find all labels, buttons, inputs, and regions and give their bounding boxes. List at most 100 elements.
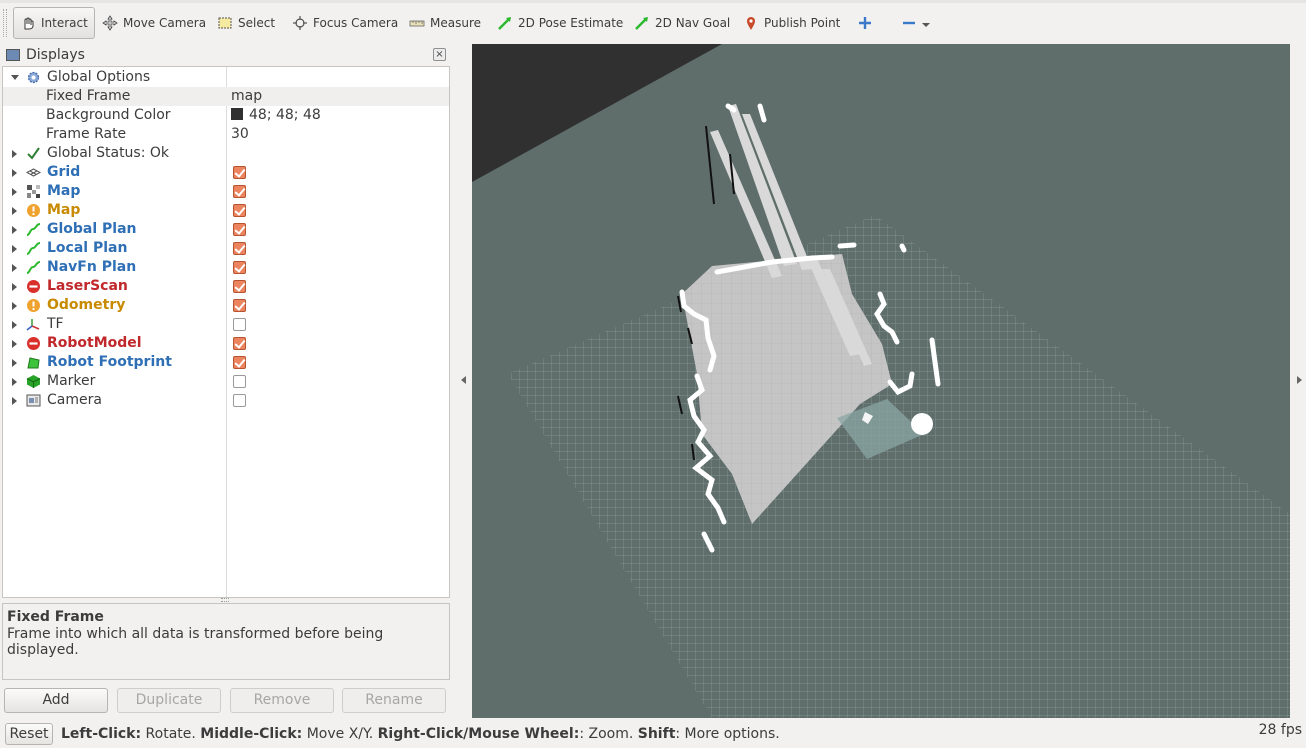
tree-row-odometry[interactable]: Odometry xyxy=(3,296,449,315)
move-camera-tool-button[interactable]: Move Camera xyxy=(96,8,212,38)
rename-button[interactable]: Rename xyxy=(342,688,446,713)
tree-row-tf[interactable]: TF xyxy=(3,315,449,334)
interact-tool-button[interactable]: Interact xyxy=(13,7,95,39)
green-arrow-icon xyxy=(497,15,513,31)
display-enabled-checkbox[interactable] xyxy=(233,166,246,179)
expand-right-icon[interactable] xyxy=(12,321,17,329)
tree-row-local-plan[interactable]: Local Plan xyxy=(3,239,449,258)
pose-estimate-tool-button[interactable]: 2D Pose Estimate xyxy=(491,8,629,38)
pose-estimate-tool-label: 2D Pose Estimate xyxy=(518,16,624,30)
expand-right-icon[interactable] xyxy=(12,207,17,215)
color-swatch xyxy=(231,108,243,120)
nav-goal-tool-label: 2D Nav Goal xyxy=(655,16,731,30)
measure-tool-button[interactable]: Measure xyxy=(403,8,487,38)
minus-icon xyxy=(901,15,917,31)
display-enabled-checkbox[interactable] xyxy=(233,261,246,274)
expand-right-icon[interactable] xyxy=(12,226,17,234)
display-label: LaserScan xyxy=(47,278,128,294)
toolbar-grip-handle[interactable] xyxy=(3,9,7,37)
focus-target-icon xyxy=(292,15,308,31)
expand-right-icon[interactable] xyxy=(12,150,17,158)
status-bar: Reset Left-Click: Rotate. Middle-Click: … xyxy=(0,720,1306,748)
expand-right-icon[interactable] xyxy=(12,359,17,367)
display-label: RobotModel xyxy=(47,335,142,351)
tree-row-fixed-frame[interactable]: Fixed Frame map xyxy=(3,87,449,106)
tree-row-background-color[interactable]: Background Color 48; 48; 48 xyxy=(3,106,449,125)
fixed-frame-value[interactable]: map xyxy=(231,87,262,106)
collapse-left-arrow-icon[interactable] xyxy=(461,376,466,384)
mouse-hint-text: Left-Click: Rotate. Middle-Click: Move X… xyxy=(61,725,780,743)
expand-down-icon[interactable] xyxy=(11,75,19,80)
expand-right-icon[interactable] xyxy=(12,302,17,310)
render-viewport[interactable] xyxy=(472,44,1290,718)
close-icon[interactable]: × xyxy=(433,48,446,61)
move-camera-tool-label: Move Camera xyxy=(123,16,207,30)
path-icon xyxy=(26,241,41,256)
tree-row-robotmodel[interactable]: RobotModel xyxy=(3,334,449,353)
nav-goal-tool-button[interactable]: 2D Nav Goal xyxy=(628,8,736,38)
display-enabled-checkbox[interactable] xyxy=(233,242,246,255)
expand-right-icon[interactable] xyxy=(12,169,17,177)
display-label: Grid xyxy=(47,164,81,180)
display-label: Marker xyxy=(47,373,96,389)
add-tool-button[interactable] xyxy=(851,8,884,38)
tree-row-map[interactable]: Map xyxy=(3,182,449,201)
background-color-value[interactable]: 48; 48; 48 xyxy=(231,106,321,125)
expand-right-icon[interactable] xyxy=(12,340,17,348)
display-enabled-checkbox[interactable] xyxy=(233,318,246,331)
displays-panel-header: Displays xyxy=(0,44,452,66)
display-enabled-checkbox[interactable] xyxy=(233,223,246,236)
tree-row-global-options[interactable]: Global Options xyxy=(3,68,449,87)
polygon-icon xyxy=(26,355,41,370)
tree-row-robot-footprint[interactable]: Robot Footprint xyxy=(3,353,449,372)
error-icon xyxy=(26,279,41,294)
frame-rate-value[interactable]: 30 xyxy=(231,125,249,144)
tree-row-global-plan[interactable]: Global Plan xyxy=(3,220,449,239)
add-button[interactable]: Add xyxy=(4,688,108,713)
display-enabled-checkbox[interactable] xyxy=(233,185,246,198)
tree-row-frame-rate[interactable]: Frame Rate 30 xyxy=(3,125,449,144)
tree-row-navfn-plan[interactable]: NavFn Plan xyxy=(3,258,449,277)
display-enabled-checkbox[interactable] xyxy=(233,299,246,312)
tree-row-global-status[interactable]: Global Status: Ok xyxy=(3,144,449,163)
duplicate-button[interactable]: Duplicate xyxy=(117,688,221,713)
expand-right-icon[interactable] xyxy=(12,378,17,386)
expand-right-icon[interactable] xyxy=(12,188,17,196)
hint-key: Right-Click/Mouse Wheel: xyxy=(377,726,580,742)
display-enabled-checkbox[interactable] xyxy=(233,204,246,217)
cube-icon xyxy=(26,374,41,389)
reset-button[interactable]: Reset xyxy=(5,723,53,745)
expand-right-icon[interactable] xyxy=(12,245,17,253)
hint-text: : Zoom. xyxy=(579,726,638,742)
displays-panel-title: Displays xyxy=(26,47,85,63)
hint-key: Shift xyxy=(637,726,676,742)
display-enabled-checkbox[interactable] xyxy=(233,356,246,369)
display-enabled-checkbox[interactable] xyxy=(233,280,246,293)
select-tool-button[interactable]: Select xyxy=(211,8,281,38)
chevron-down-icon xyxy=(922,15,930,31)
focus-camera-tool-label: Focus Camera xyxy=(313,16,399,30)
display-enabled-checkbox[interactable] xyxy=(233,394,246,407)
publish-point-tool-button[interactable]: Publish Point xyxy=(737,8,846,38)
background-color-text: 48; 48; 48 xyxy=(249,107,321,123)
tree-row-camera[interactable]: Camera xyxy=(3,391,449,410)
expand-right-icon[interactable] xyxy=(12,264,17,272)
tree-row-laserscan[interactable]: LaserScan xyxy=(3,277,449,296)
ruler-icon xyxy=(409,15,425,31)
focus-camera-tool-button[interactable]: Focus Camera xyxy=(286,8,404,38)
expand-right-icon[interactable] xyxy=(12,397,17,405)
hint-key: Left-Click: xyxy=(61,726,142,742)
display-enabled-checkbox[interactable] xyxy=(233,337,246,350)
display-enabled-checkbox[interactable] xyxy=(233,375,246,388)
tree-row-marker[interactable]: Marker xyxy=(3,372,449,391)
path-icon xyxy=(26,260,41,275)
remove-tool-menu-button[interactable] xyxy=(895,8,936,38)
remove-button[interactable]: Remove xyxy=(230,688,334,713)
splitter-grip xyxy=(221,598,229,602)
tree-row-grid[interactable]: Grid xyxy=(3,163,449,182)
display-label: Camera xyxy=(47,392,102,408)
path-icon xyxy=(26,222,41,237)
expand-right-icon[interactable] xyxy=(12,283,17,291)
tree-row-map-warning[interactable]: Map xyxy=(3,201,449,220)
collapse-right-arrow-icon[interactable] xyxy=(1297,376,1302,384)
